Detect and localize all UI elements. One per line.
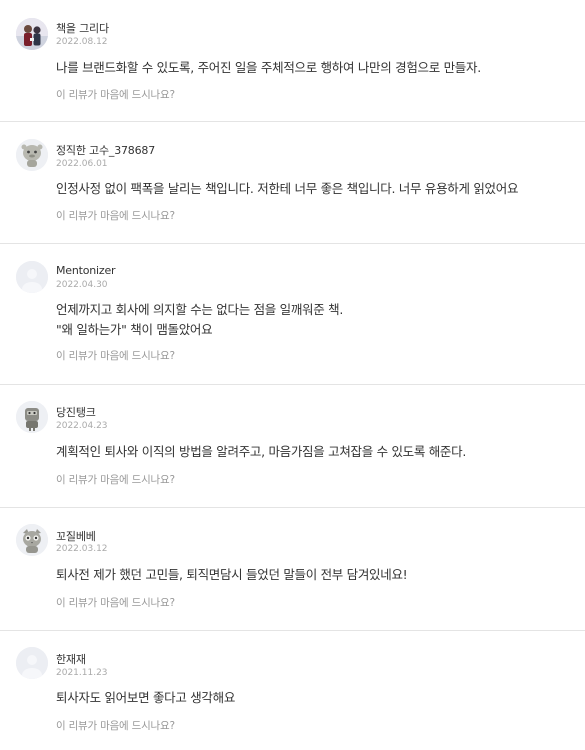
reviewer-nickname: 책을 그리다 [56,22,109,35]
review-date: 2022.08.12 [56,37,108,47]
review-text-line: 계획적인 퇴사와 이직의 방법을 알려주고, 마음가짐을 고쳐잡을 수 있도록 … [56,444,467,459]
review-text: 나를 브랜드화할 수 있도록, 주어진 일을 주체적으로 행하여 나만의 경험으… [56,58,571,78]
default-avatar-icon[interactable] [16,261,48,293]
reviewer-nickname: Mentonizer [56,264,116,277]
review-item: 책을 그리다 2022.08.12 나를 브랜드화할 수 있도록, 주어진 일을… [0,0,585,122]
review-helpful-link[interactable]: 이 리뷰가 마음에 드시나요? [56,348,175,363]
reviewer-nickname: 정직한 고수_378687 [56,144,155,157]
review-text-line: 퇴사전 제가 했던 고민들, 퇴직면담시 들었던 말들이 전부 담겨있네요! [56,567,408,582]
review-item: 한재재 2021.11.23 퇴사자도 읽어보면 좋다고 생각해요 이 리뷰가 … [0,631,585,750]
review-list: 책을 그리다 2022.08.12 나를 브랜드화할 수 있도록, 주어진 일을… [0,0,585,750]
review-text-line: "왜 일하는가" 책이 맴돌았어요 [56,322,213,337]
review-text: 인정사정 없이 팩폭을 날리는 책입니다. 저한테 너무 좋은 책입니다. 너무… [56,179,571,199]
review-text: 퇴사전 제가 했던 고민들, 퇴직면담시 들었던 말들이 전부 담겨있네요! [56,565,571,585]
review-helpful-link[interactable]: 이 리뷰가 마음에 드시나요? [56,87,175,102]
review-date: 2022.03.12 [56,544,108,554]
review-date: 2022.06.01 [56,159,108,169]
review-date: 2021.11.23 [56,668,108,678]
review-text: 퇴사자도 읽어보면 좋다고 생각해요 [56,688,571,708]
review-date: 2022.04.23 [56,421,108,431]
review-helpful-link[interactable]: 이 리뷰가 마음에 드시나요? [56,595,175,610]
review-text: 언제까지고 회사에 의지할 수는 없다는 점을 일깨워준 책. "왜 일하는가"… [56,300,571,340]
character-avatar-icon[interactable] [16,139,48,171]
review-text-line: 나를 브랜드화할 수 있도록, 주어진 일을 주체적으로 행하여 나만의 경험으… [56,60,481,75]
review-helpful-link[interactable]: 이 리뷰가 마음에 드시나요? [56,472,175,487]
review-helpful-link[interactable]: 이 리뷰가 마음에 드시나요? [56,718,175,733]
review-text-line: 인정사정 없이 팩폭을 날리는 책입니다. 저한테 너무 좋은 책입니다. 너무… [56,181,519,196]
review-item: Mentonizer 2022.04.30 언제까지고 회사에 의지할 수는 없… [0,244,585,385]
reviewer-nickname: 당진탱크 [56,406,96,419]
review-text-line: 언제까지고 회사에 의지할 수는 없다는 점을 일깨워준 책. [56,302,343,317]
character-avatar-icon[interactable] [16,401,48,433]
review-text-line: 퇴사자도 읽어보면 좋다고 생각해요 [56,690,236,705]
review-date: 2022.04.30 [56,280,108,290]
review-item: 정직한 고수_378687 2022.06.01 인정사정 없이 팩폭을 날리는… [0,122,585,244]
review-item: 꼬질베베 2022.03.12 퇴사전 제가 했던 고민들, 퇴직면담시 들었던… [0,508,585,631]
default-avatar-icon[interactable] [16,647,48,679]
character-avatar-icon[interactable] [16,524,48,556]
profile-photo-icon[interactable] [16,18,48,50]
reviewer-nickname: 한재재 [56,653,86,666]
review-text: 계획적인 퇴사와 이직의 방법을 알려주고, 마음가짐을 고쳐잡을 수 있도록 … [56,442,571,462]
review-helpful-link[interactable]: 이 리뷰가 마음에 드시나요? [56,208,175,223]
review-item: 당진탱크 2022.04.23 계획적인 퇴사와 이직의 방법을 알려주고, 마… [0,385,585,508]
reviewer-nickname: 꼬질베베 [56,530,96,543]
